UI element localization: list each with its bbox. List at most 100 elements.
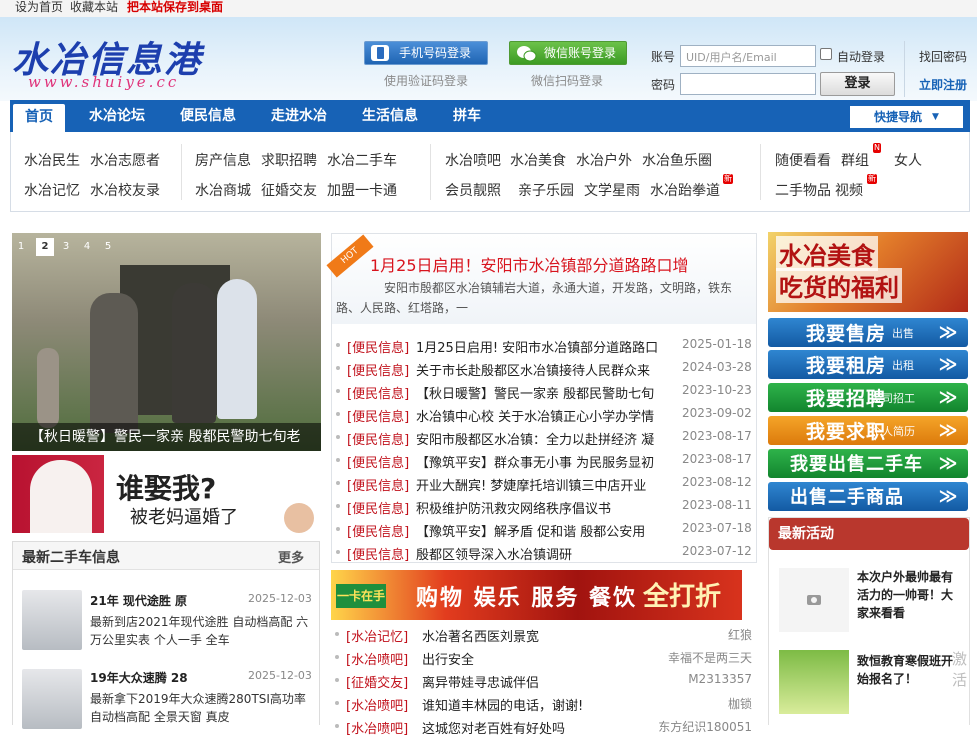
rent-house-button[interactable]: 我要租房 出租 ≫	[768, 350, 968, 379]
news-row[interactable]: [便民信息] 1月25日启用! 安阳市水冶镇部分道路路口 2025-01-18	[332, 335, 756, 358]
subnav-link[interactable]: 房产信息	[195, 150, 251, 170]
card-discount-banner[interactable]: 一卡在手 购物 娱乐 服务 餐饮 全打折	[331, 570, 742, 620]
news-category[interactable]: [便民信息]	[347, 383, 409, 402]
sell-car-button[interactable]: 我要出售二手车 ≫	[768, 449, 968, 478]
forum-author[interactable]: 东方纪识180051	[658, 718, 752, 735]
carousel-dot[interactable]: 2	[36, 238, 54, 256]
news-row[interactable]: [便民信息] 安阳市殷都区水冶镇：全力以赴拼经济 凝 2023-08-17	[332, 427, 756, 450]
news-title[interactable]: 殷都区领导深入水冶镇调研	[416, 544, 674, 563]
news-row[interactable]: [便民信息] 水冶镇中心校 关于水冶镇正心小学办学情 2023-09-02	[332, 404, 756, 427]
forum-title[interactable]: 这城您对老百姓有好处吗	[422, 718, 565, 737]
carousel-caption[interactable]: 【秋日暖警】警民一家亲 殷都民警助七旬老	[12, 423, 321, 451]
news-row[interactable]: [便民信息] 【豫筑平安】群众事无小事 为民服务显初 2023-08-17	[332, 450, 756, 473]
news-category[interactable]: [便民信息]	[347, 406, 409, 425]
car-title[interactable]: 19年大众速腾 28	[90, 669, 188, 686]
car-thumbnail[interactable]	[22, 669, 82, 729]
subnav-link[interactable]: 水冶喷吧	[445, 150, 501, 170]
subnav-link[interactable]: 水冶校友录	[90, 180, 160, 200]
subnav-link[interactable]: 水冶鱼乐圈	[642, 150, 712, 170]
event-title[interactable]: 致恒教育寒假班开始报名了！	[857, 652, 962, 688]
subnav-link[interactable]: 水冶户外	[576, 150, 632, 170]
news-row[interactable]: [便民信息] 【秋日暖警】警民一家亲 殷都民警助七旬 2023-10-23	[332, 381, 756, 404]
nav-item-convenience[interactable]: 便民信息	[180, 100, 236, 132]
forum-category[interactable]: [水冶喷吧]	[346, 718, 408, 737]
sell-goods-button[interactable]: 出售二手商品 ≫	[768, 482, 968, 511]
news-title[interactable]: 开业大酬宾! 梦婕摩托培训镇三中店开业	[416, 475, 674, 494]
subnav-link[interactable]: 会员靓照	[445, 180, 501, 200]
news-carousel[interactable]: 1 2 3 4 5 【秋日暖警】警民一家亲 殷都民警助七旬老	[12, 233, 321, 451]
news-row[interactable]: [便民信息] 积极维护防汛救灾网络秩序倡议书 2023-08-11	[332, 496, 756, 519]
subnav-link[interactable]: 二手物品	[775, 180, 831, 200]
subnav-link[interactable]: 水冶跆拳道	[650, 180, 720, 200]
nav-item-life[interactable]: 生活信息	[362, 100, 418, 132]
bookmark-link[interactable]: 收藏本站	[70, 0, 118, 15]
nav-item-home[interactable]: 首页	[13, 104, 65, 132]
news-title[interactable]: 【豫筑平安】解矛盾 促和谐 殷都公安用	[416, 521, 674, 540]
news-category[interactable]: [便民信息]	[347, 360, 409, 379]
password-input[interactable]	[680, 73, 816, 95]
event-thumbnail[interactable]	[779, 650, 849, 714]
subnav-link[interactable]: 亲子乐园	[518, 180, 574, 200]
forum-row[interactable]: [水冶记忆] 水冶著名西医刘景宽 红狼	[331, 624, 757, 647]
food-ad-banner[interactable]: 水冶美食 吃货的福利	[768, 232, 968, 312]
news-category[interactable]: [便民信息]	[347, 521, 409, 540]
subnav-link[interactable]: 加盟一卡通	[327, 180, 397, 200]
news-category[interactable]: [便民信息]	[347, 544, 409, 563]
phone-login-sub[interactable]: 使用验证码登录	[384, 72, 468, 89]
auto-login-label[interactable]: 自动登录	[837, 48, 885, 65]
seek-job-button[interactable]: 我要求职 个人简历 ≫	[768, 416, 968, 445]
wechat-login-button[interactable]: 微信账号登录	[509, 41, 627, 65]
forum-row[interactable]: [水冶喷吧] 出行安全 幸福不是两三天	[331, 647, 757, 670]
forum-category[interactable]: [水冶喷吧]	[346, 695, 408, 714]
news-row[interactable]: [便民信息] 【豫筑平安】解矛盾 促和谐 殷都公安用 2023-07-18	[332, 519, 756, 542]
forum-title[interactable]: 水冶著名西医刘景宽	[422, 626, 539, 645]
news-title[interactable]: 水冶镇中心校 关于水冶镇正心小学办学情	[416, 406, 674, 425]
car-title[interactable]: 21年 现代途胜 原	[90, 592, 187, 609]
forum-row[interactable]: [征婚交友] 离异带娃寻忠诚伴侣 M2313357	[331, 670, 757, 693]
subnav-link[interactable]: 求职招聘	[261, 150, 317, 170]
subnav-link[interactable]: 水冶志愿者	[90, 150, 160, 170]
subnav-link[interactable]: 水冶美食	[510, 150, 566, 170]
forum-category[interactable]: [水冶记忆]	[346, 626, 408, 645]
subnav-link[interactable]: 水冶记忆	[24, 180, 80, 200]
news-title[interactable]: 安阳市殷都区水冶镇：全力以赴拼经济 凝	[416, 429, 674, 448]
nav-item-carpool[interactable]: 拼车	[453, 100, 481, 132]
post-job-button[interactable]: 我要招聘 公司招工 ≫	[768, 383, 968, 412]
carousel-dot[interactable]: 3	[57, 238, 75, 256]
forum-author[interactable]: M2313357	[688, 672, 752, 686]
subnav-link[interactable]: 水冶二手车	[327, 150, 397, 170]
forum-author[interactable]: 幸福不是两三天	[668, 649, 752, 666]
subnav-link[interactable]: 群组	[841, 150, 869, 170]
register-link[interactable]: 立即注册	[919, 76, 967, 93]
save-desktop-link[interactable]: 把本站保存到桌面	[127, 0, 223, 15]
news-category[interactable]: [便民信息]	[347, 475, 409, 494]
subnav-link[interactable]: 文学星雨	[584, 180, 640, 200]
nav-item-about[interactable]: 走进水冶	[271, 100, 327, 132]
forum-title[interactable]: 谁知道丰林园的电话，谢谢!	[422, 695, 583, 714]
carousel-dot[interactable]: 5	[99, 238, 117, 256]
forum-category[interactable]: [水冶喷吧]	[346, 649, 408, 668]
nav-item-forum[interactable]: 水冶论坛	[89, 100, 145, 132]
news-title[interactable]: 关于市长赴殷都区水冶镇接待人民群众来	[416, 360, 674, 379]
event-thumbnail[interactable]	[779, 568, 849, 632]
news-category[interactable]: [便民信息]	[347, 498, 409, 517]
sell-house-button[interactable]: 我要售房 出售 ≫	[768, 318, 968, 347]
subnav-link[interactable]: 征婚交友	[261, 180, 317, 200]
carousel-dot[interactable]: 4	[78, 238, 96, 256]
news-title[interactable]: 【秋日暖警】警民一家亲 殷都民警助七旬	[416, 383, 674, 402]
news-title[interactable]: 积极维护防汛救灾网络秩序倡议书	[416, 498, 674, 517]
news-row[interactable]: [便民信息] 关于市长赴殷都区水冶镇接待人民群众来 2024-03-28	[332, 358, 756, 381]
car-thumbnail[interactable]	[22, 590, 82, 650]
news-row[interactable]: [便民信息] 开业大酬宾! 梦婕摩托培训镇三中店开业 2023-08-12	[332, 473, 756, 496]
forum-title[interactable]: 离异带娃寻忠诚伴侣	[422, 672, 539, 691]
marriage-ad-banner[interactable]: 谁娶我? 被老妈逼婚了	[12, 455, 321, 533]
forum-author[interactable]: 枷锁	[728, 695, 752, 712]
subnav-link[interactable]: 水冶民生	[24, 150, 80, 170]
news-category[interactable]: [便民信息]	[347, 452, 409, 471]
subnav-link[interactable]: 水冶商城	[195, 180, 251, 200]
wechat-login-sub[interactable]: 微信扫码登录	[531, 72, 603, 89]
news-category[interactable]: [便民信息]	[347, 337, 409, 356]
event-title[interactable]: 本次户外最帅最有活力的一帅哥！大家来看看	[857, 568, 962, 622]
subnav-link[interactable]: 随便看看	[775, 150, 831, 170]
news-row[interactable]: [便民信息] 殷都区领导深入水冶镇调研 2023-07-12	[332, 542, 756, 565]
